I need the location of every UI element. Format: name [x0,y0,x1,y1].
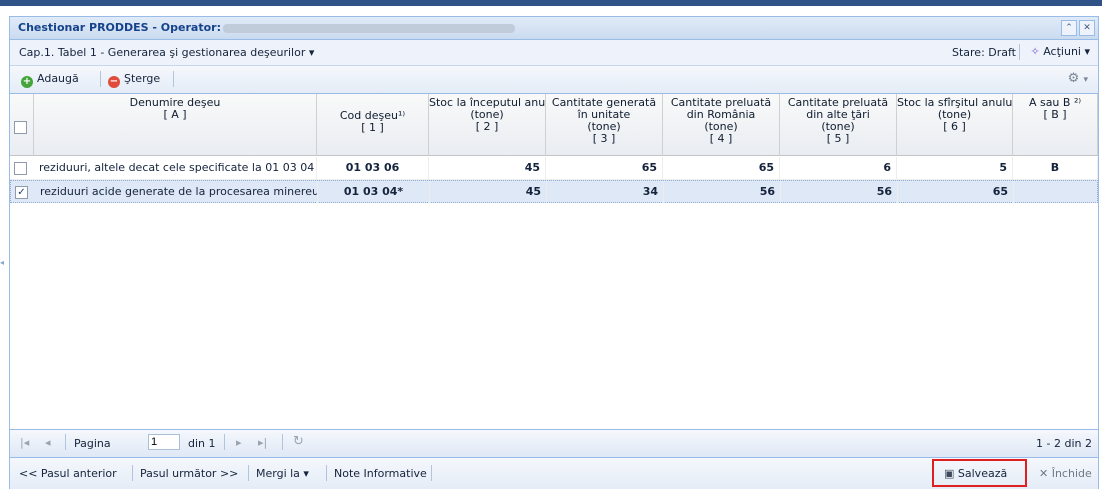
cell-denumire: reziduuri acide generate de la procesare… [35,181,318,203]
page-number-input[interactable] [148,434,180,450]
cell-a-sau-b [1014,181,1098,203]
gear-icon: ⚙ [1067,71,1080,86]
column-header-denumire[interactable]: Denumire deşeu [ A ] [34,94,317,156]
close-label: Închide [1051,467,1092,480]
close-button[interactable]: ✕ Închide [1039,467,1092,480]
add-label: Adaugă [37,72,79,85]
actions-label: Acţiuni ▾ [1043,45,1090,58]
refresh-icon[interactable]: ↻ [293,434,304,449]
next-step-button[interactable]: Pasul următor >> [140,467,238,480]
cell-stoc-inceput: 45 [430,181,547,203]
page-label: Pagina [74,437,111,450]
separator [224,434,225,450]
collapse-icon[interactable]: ⌃ [1061,20,1077,36]
status-label: Stare: Draft [951,46,1016,59]
add-button[interactable]: + Adaugă [21,72,79,88]
cell-stoc-sfarsit: 65 [898,181,1014,203]
footer-bar: << Pasul anterior Pasul următor >> Mergi… [10,457,1098,489]
questionnaire-window: Chestionar PRODDES - Operator: ⌃ ✕ Cap.1… [9,16,1099,489]
floppy-disk-icon: ▣ [944,467,955,480]
window-titlebar: Chestionar PRODDES - Operator: ⌃ ✕ [10,17,1098,40]
cell-cantitate-generata: 65 [546,157,663,179]
save-button[interactable]: ▣ Salvează [944,467,1007,480]
cell-cod: 01 03 04* [318,181,430,203]
add-icon: + [21,76,33,88]
notes-button[interactable]: Note Informative [334,467,427,480]
cell-preluata-alte-tari: 56 [781,181,898,203]
select-all-checkbox[interactable] [14,121,27,134]
close-icon[interactable]: ✕ [1079,20,1095,36]
separator [173,71,174,87]
collapse-arrow-icon[interactable]: ◂ [0,258,5,270]
cell-cod: 01 03 06 [317,157,429,179]
cell-preluata-romania: 56 [664,181,781,203]
prev-page-icon[interactable]: ◂ [45,436,51,449]
column-header-stoc-inceput[interactable]: Stoc la începutul anului (tone) [ 2 ] [429,94,546,156]
column-header-cantitate-generata[interactable]: Cantitate generată în unitate (tone) [ 3… [546,94,663,156]
first-page-icon[interactable]: |◂ [20,436,29,449]
column-header-a-sau-b[interactable]: A sau B ²⁾ [ B ] [1013,94,1098,156]
row-checkbox[interactable] [14,162,27,175]
delete-button[interactable]: − Şterge [108,72,160,88]
cell-a-sau-b: B [1013,157,1098,179]
cell-preluata-romania: 65 [663,157,780,179]
delete-label: Şterge [124,72,161,85]
cell-stoc-inceput: 45 [429,157,546,179]
last-page-icon[interactable]: ▸| [258,436,267,449]
goto-menu[interactable]: Mergi la ▾ [256,467,309,480]
delete-icon: − [108,76,120,88]
row-checkbox-checked[interactable]: ✓ [15,186,28,199]
next-page-icon[interactable]: ▸ [236,436,242,449]
separator [132,465,133,481]
separator [65,434,66,450]
section-menu[interactable]: Cap.1. Tabel 1 - Generarea şi gestionare… [19,46,314,59]
previous-step-button[interactable]: << Pasul anterior [19,467,117,480]
column-header-stoc-sfarsit[interactable]: Stoc la sfîrşitul anului (tone) [ 6 ] [897,94,1013,156]
chevron-down-icon: ▾ [1083,75,1088,85]
cell-denumire: reziduuri, altele decat cele specificate… [34,157,317,179]
close-x-icon: ✕ [1039,467,1049,480]
record-count: 1 - 2 din 2 [1036,437,1092,450]
table-row-selected[interactable]: ✓ reziduuri acide generate de la procesa… [10,180,1098,203]
cell-stoc-sfarsit: 5 [897,157,1013,179]
separator [431,465,432,481]
grid-settings-button[interactable]: ⚙ ▾ [1068,71,1088,86]
top-accent-strip [0,0,1102,6]
select-all-header [10,94,34,156]
save-label: Salvează [957,467,1008,480]
actions-menu[interactable]: ✧ Acţiuni ▾ [1031,45,1091,58]
section-bar: Cap.1. Tabel 1 - Generarea şi gestionare… [10,40,1098,66]
column-header-cod[interactable]: Cod deşeu¹⁾ [ 1 ] [317,94,429,156]
window-title: Chestionar PRODDES - Operator: [18,21,221,34]
column-header-preluata-alte-tari[interactable]: Cantitate preluată din alte ţări (tone) … [780,94,897,156]
page-of-label: din 1 [188,437,216,450]
waste-table: Denumire deşeu [ A ] Cod deşeu¹⁾ [ 1 ] S… [10,94,1098,427]
table-row[interactable]: reziduuri, altele decat cele specificate… [10,157,1098,180]
separator [1019,44,1020,60]
separator [100,71,101,87]
separator [282,434,283,450]
column-header-preluata-romania[interactable]: Cantitate preluată din România (tone) [ … [663,94,780,156]
pagination-bar: |◂ ◂ Pagina din 1 ▸ ▸| ↻ 1 - 2 din 2 [10,429,1098,457]
separator [326,465,327,481]
separator [248,465,249,481]
cell-cantitate-generata: 34 [547,181,664,203]
operator-name-redacted [223,24,515,33]
cell-preluata-alte-tari: 6 [780,157,897,179]
actions-icon: ✧ [1030,45,1040,58]
grid-toolbar: + Adaugă − Şterge ⚙ ▾ [10,66,1098,94]
